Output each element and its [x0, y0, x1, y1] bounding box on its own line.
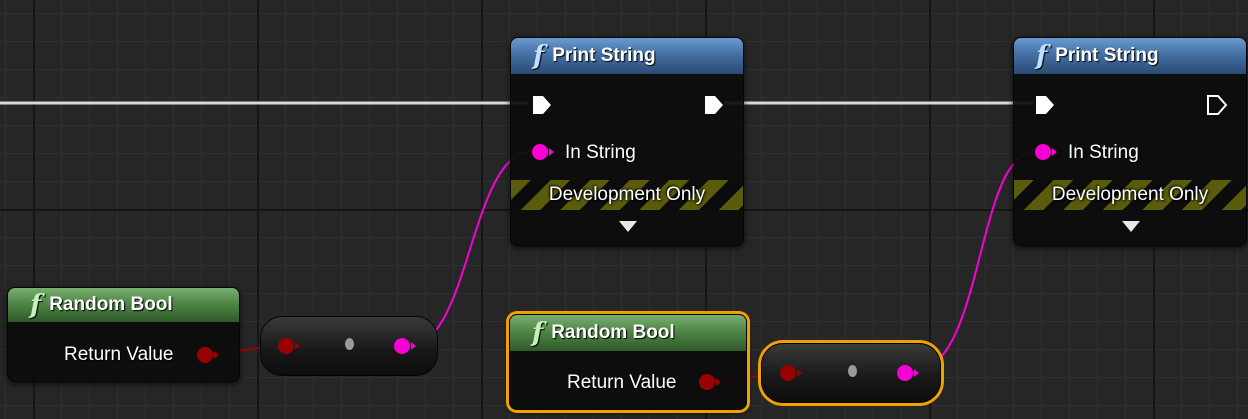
- return-value-label: Return Value: [64, 344, 174, 365]
- random-bool-header-1[interactable]: f Random Bool: [8, 288, 239, 322]
- reroute-output-pin[interactable]: [394, 338, 410, 354]
- random-bool-header-2[interactable]: f Random Bool: [510, 315, 746, 351]
- exec-input-pin[interactable]: [1034, 95, 1056, 115]
- in-string-pin[interactable]: [1035, 144, 1051, 160]
- return-value-label: Return Value: [567, 372, 677, 393]
- reroute-knob: [848, 365, 857, 377]
- development-only-label: Development Only: [1051, 184, 1209, 205]
- node-title: Random Bool: [551, 322, 675, 343]
- print-string-node-2[interactable]: f Print String In String Development Onl…: [1013, 37, 1247, 246]
- function-icon: f: [1036, 41, 1048, 71]
- reroute-input-pin[interactable]: [278, 338, 294, 354]
- development-only-banner: Development Only: [1014, 180, 1246, 210]
- reroute-output-arrow: [914, 369, 919, 377]
- reroute-node-1[interactable]: [260, 316, 438, 376]
- development-only-label: Development Only: [548, 184, 706, 205]
- node-title: Print String: [552, 45, 656, 66]
- return-value-pin[interactable]: [197, 347, 213, 363]
- return-value-pin[interactable]: [699, 374, 715, 390]
- development-only-banner: Development Only: [511, 180, 743, 210]
- node-title: Print String: [1055, 45, 1159, 66]
- node-title: Random Bool: [49, 294, 173, 315]
- random-bool-node-2[interactable]: f Random Bool Return Value: [509, 314, 747, 410]
- return-value-pin-arrow: [214, 351, 219, 359]
- exec-output-pin[interactable]: [1206, 95, 1228, 115]
- in-string-pin[interactable]: [532, 144, 548, 160]
- reroute-node-2[interactable]: [761, 343, 941, 403]
- expand-arrow-icon[interactable]: [1122, 221, 1140, 232]
- reroute-input-arrow: [295, 342, 300, 350]
- function-icon: f: [30, 290, 42, 320]
- exec-output-pin[interactable]: [703, 95, 725, 115]
- print-string-header-1[interactable]: f Print String: [511, 38, 743, 74]
- reroute-knob: [345, 338, 354, 350]
- function-icon: f: [532, 318, 544, 348]
- in-string-pin-arrow: [549, 148, 554, 156]
- in-string-label: In String: [1068, 142, 1139, 163]
- return-value-pin-arrow: [716, 378, 721, 386]
- expand-arrow-icon[interactable]: [619, 221, 637, 232]
- exec-input-pin[interactable]: [531, 95, 553, 115]
- reroute-input-pin[interactable]: [780, 365, 796, 381]
- reroute-output-arrow: [411, 342, 416, 350]
- print-string-header-2[interactable]: f Print String: [1014, 38, 1246, 74]
- in-string-label: In String: [565, 142, 636, 163]
- print-string-node-1[interactable]: f Print String In String Development Onl…: [510, 37, 744, 246]
- reroute-input-arrow: [797, 369, 802, 377]
- function-icon: f: [533, 41, 545, 71]
- reroute-output-pin[interactable]: [897, 365, 913, 381]
- in-string-pin-arrow: [1052, 148, 1057, 156]
- random-bool-node-1[interactable]: f Random Bool Return Value: [7, 287, 240, 382]
